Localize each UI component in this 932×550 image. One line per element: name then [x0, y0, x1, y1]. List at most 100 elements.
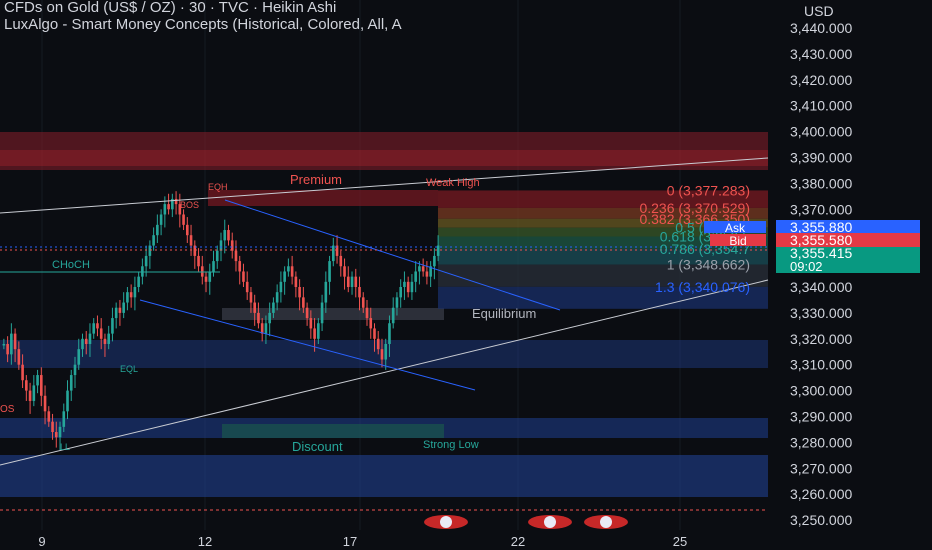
- candle-body: [305, 307, 309, 319]
- candle-body: [39, 375, 43, 396]
- candle-body: [2, 343, 6, 346]
- weak-high-label: Weak High: [426, 177, 480, 189]
- bar-countdown: 09:02: [790, 259, 823, 274]
- chart-title: CFDs on Gold (US$ / OZ) · 30 · TVC · Hei…: [4, 0, 337, 16]
- candle-body: [354, 276, 358, 287]
- candle-body: [163, 204, 167, 215]
- candle-body: [141, 266, 144, 277]
- candle-body: [189, 235, 193, 246]
- ask-label: Ask: [725, 221, 746, 235]
- price-tick-label: 3,370.000: [790, 201, 852, 217]
- candle-body: [268, 312, 271, 324]
- candle-body: [283, 271, 286, 282]
- candle-body: [249, 292, 253, 303]
- fib-level-label: 1.3 (3,340.076): [655, 279, 750, 295]
- candle-body: [47, 411, 51, 422]
- price-tick-label: 3,330.000: [790, 305, 852, 321]
- candle-body: [88, 333, 92, 344]
- price-tick-label: 3,300.000: [790, 383, 852, 399]
- candle-body: [373, 328, 376, 339]
- time-tick-label: 9: [38, 534, 45, 549]
- candle-body: [242, 271, 245, 282]
- candle-body: [257, 312, 260, 324]
- price-tick-label: 3,400.000: [790, 124, 852, 140]
- ll-label: LL: [60, 442, 70, 452]
- candle-body: [36, 375, 39, 386]
- candle-body: [103, 338, 107, 344]
- candle-body: [358, 287, 361, 298]
- us-flag-icon: [600, 516, 612, 528]
- candle-body: [406, 281, 410, 293]
- price-tick-label: 3,290.000: [790, 409, 852, 425]
- premium-label: Premium: [290, 172, 342, 187]
- candle-body: [73, 364, 77, 376]
- us-event-flag[interactable]: [424, 515, 468, 529]
- us-event-flag[interactable]: [528, 515, 572, 529]
- demand-zone-blue: [0, 340, 768, 368]
- candle-body: [32, 385, 36, 401]
- price-tick-label: 3,340.000: [790, 279, 852, 295]
- candle-body: [361, 297, 365, 308]
- candle-body: [410, 281, 414, 293]
- candle-body: [159, 214, 163, 225]
- candle-body: [17, 349, 21, 365]
- us-event-flag[interactable]: [584, 515, 628, 529]
- candle-body: [96, 323, 99, 329]
- candle-body: [81, 338, 84, 350]
- equilibrium-label: Equilibrium: [472, 306, 536, 321]
- price-tick-label: 3,260.000: [790, 486, 852, 502]
- indicator-title: LuxAlgo - Smart Money Concepts (Historic…: [4, 16, 402, 33]
- candle-body: [264, 323, 268, 334]
- candle-body: [212, 261, 215, 272]
- candle-body: [328, 261, 331, 282]
- candle-body: [156, 224, 159, 236]
- candle-body: [294, 276, 298, 287]
- us-flag-icon: [544, 516, 556, 528]
- us-flag-icon: [440, 516, 452, 528]
- choch-label: CHoCH: [52, 259, 90, 271]
- candle-body: [200, 266, 204, 277]
- fib-level-label: 0 (3,377.283): [667, 182, 750, 198]
- price-chart[interactable]: 3,440.000 3,430.000 3,420.000 3,410.000 3,40…: [0, 0, 932, 550]
- time-tick-label: 22: [511, 534, 525, 549]
- candle-body: [272, 302, 275, 313]
- fib-level-label: 1 (3,348.662): [667, 257, 750, 273]
- candle-body: [436, 245, 440, 256]
- candle-body: [13, 333, 17, 350]
- candle-body: [399, 287, 403, 298]
- candle-body: [320, 302, 324, 324]
- candle-body: [58, 426, 62, 438]
- candle-body: [122, 302, 125, 313]
- candle-body: [174, 198, 178, 205]
- time-axis-background: [0, 530, 932, 550]
- candle-body: [133, 287, 137, 298]
- candle-body: [384, 343, 388, 360]
- candle-body: [111, 318, 114, 334]
- candle-body: [21, 364, 24, 381]
- candle-body: [107, 333, 111, 344]
- candle-body: [298, 287, 301, 298]
- candle-body: [77, 349, 81, 365]
- candle-body: [365, 307, 369, 319]
- price-tick-label: 3,420.000: [790, 72, 852, 88]
- strong-low-label: Strong Low: [423, 439, 479, 451]
- candle-body: [302, 297, 305, 308]
- eql-label: EQL: [120, 364, 138, 374]
- candle-body: [380, 349, 384, 360]
- currency-label[interactable]: USD: [786, 0, 932, 22]
- candle-body: [275, 292, 279, 303]
- candle-body: [290, 266, 294, 277]
- price-tick-label: 3,430.000: [790, 46, 852, 62]
- candle-body: [129, 292, 133, 298]
- candle-body: [391, 307, 395, 324]
- price-tick-label: 3,280.000: [790, 434, 852, 450]
- candle-body: [253, 302, 257, 313]
- candle-body: [346, 276, 350, 287]
- candle-body: [309, 318, 313, 329]
- candle-body: [350, 276, 354, 287]
- candle-body: [287, 266, 290, 272]
- candle-body: [433, 255, 436, 267]
- price-tick-label: 3,380.000: [790, 175, 852, 191]
- candle-body: [185, 224, 189, 236]
- demand-zone-blue-3: [0, 455, 768, 497]
